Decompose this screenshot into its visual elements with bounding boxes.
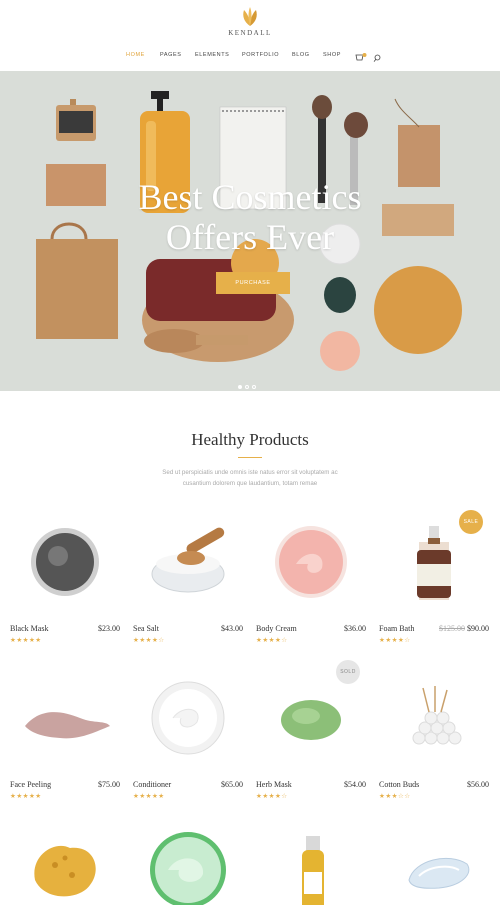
- nav-item-pages[interactable]: PAGES: [160, 52, 182, 58]
- product-image[interactable]: [133, 820, 243, 905]
- hero-title: Best Cosmetics Offers Ever: [0, 177, 500, 257]
- title-divider: [238, 457, 262, 458]
- product-card[interactable]: Black Mask $23.00 ★★★★★: [10, 512, 120, 644]
- product-current-price: $90.00: [467, 624, 489, 633]
- rating-stars: ★★★★☆: [256, 637, 288, 644]
- sold-badge: SOLD: [336, 660, 360, 684]
- nav-item-elements[interactable]: ELEMENTS: [195, 52, 229, 58]
- search-icon[interactable]: [373, 50, 381, 68]
- logo[interactable]: KENDALL: [225, 6, 275, 37]
- product-price: $54.00: [344, 780, 366, 789]
- site-header: KENDALL HOME PAGES ELEMENTS PORTFOLIO BL…: [0, 0, 500, 70]
- nav-item-portfolio[interactable]: PORTFOLIO: [242, 52, 279, 58]
- section-title: Healthy Products: [191, 430, 309, 449]
- product-card[interactable]: Conditioner $65.00 ★★★★★: [133, 668, 243, 800]
- product-current-price: $75.00: [98, 780, 120, 789]
- nav-item-blog[interactable]: BLOG: [292, 52, 310, 58]
- product-current-price: $56.00: [467, 780, 489, 789]
- rating-stars: ★★★★☆: [256, 793, 288, 800]
- rating-stars: ★★★★★: [10, 793, 42, 800]
- product-image[interactable]: [10, 820, 120, 905]
- nav-item-home[interactable]: HOME: [126, 52, 145, 58]
- product-name[interactable]: Herb Mask: [256, 780, 292, 789]
- slider-dot[interactable]: [245, 385, 249, 389]
- product-price: $43.00: [221, 624, 243, 633]
- slider-dots: [238, 376, 259, 391]
- sale-badge: SALE: [459, 510, 483, 534]
- rating-stars: ★★★★★: [133, 793, 165, 800]
- product-card[interactable]: SALE Foam Bath $125.00 $90.00 ★★★★☆: [379, 510, 489, 644]
- hero-title-line1: Best Cosmetics: [138, 177, 362, 217]
- product-current-price: $23.00: [98, 624, 120, 633]
- product-card[interactable]: Sea Salt $43.00 ★★★★☆: [133, 512, 243, 644]
- product-current-price: $65.00: [221, 780, 243, 789]
- rating-stars: ★★★★★: [10, 637, 42, 644]
- product-card[interactable]: [379, 820, 489, 905]
- cart-icon[interactable]: [355, 50, 367, 68]
- product-card[interactable]: [10, 820, 120, 905]
- product-name[interactable]: Foam Bath: [379, 624, 414, 633]
- product-image[interactable]: [133, 668, 243, 768]
- product-name[interactable]: Conditioner: [133, 780, 171, 789]
- brand-name: KENDALL: [228, 29, 272, 37]
- product-name[interactable]: Cotton Buds: [379, 780, 419, 789]
- product-price: $36.00: [344, 624, 366, 633]
- product-card[interactable]: Cotton Buds $56.00 ★★★☆☆: [379, 668, 489, 800]
- section-description-line: cusantium dolorem que laudantium, totam …: [182, 480, 318, 487]
- product-card[interactable]: [133, 820, 243, 905]
- product-name[interactable]: Body Cream: [256, 624, 297, 633]
- product-current-price: $36.00: [344, 624, 366, 633]
- section-description-line: Sed ut perspiciatis unde omnis iste natu…: [162, 469, 338, 476]
- hero-slider: Best Cosmetics Offers Ever PURCHASE: [0, 71, 500, 391]
- product-price: $23.00: [98, 624, 120, 633]
- product-card[interactable]: Face Peeling $75.00 ★★★★★: [10, 668, 120, 800]
- product-image[interactable]: [256, 512, 366, 612]
- purchase-button[interactable]: PURCHASE: [216, 272, 290, 294]
- slider-dot[interactable]: [252, 385, 256, 389]
- product-price: $56.00: [467, 780, 489, 789]
- product-card[interactable]: SOLD Herb Mask $54.00 ★★★★☆: [256, 660, 366, 800]
- product-name[interactable]: Black Mask: [10, 624, 48, 633]
- product-image[interactable]: [10, 512, 120, 612]
- product-price: $75.00: [98, 780, 120, 789]
- product-image[interactable]: [379, 820, 489, 905]
- product-card[interactable]: Body Cream $36.00 ★★★★☆: [256, 512, 366, 644]
- product-image[interactable]: [256, 820, 366, 905]
- product-card[interactable]: [256, 820, 366, 905]
- rating-stars: ★★★★☆: [133, 637, 165, 644]
- product-price: $65.00: [221, 780, 243, 789]
- product-name[interactable]: Face Peeling: [10, 780, 51, 789]
- product-current-price: $43.00: [221, 624, 243, 633]
- leaf-logo-icon: [243, 7, 257, 26]
- hero-title-line2: Offers Ever: [165, 217, 335, 257]
- rating-stars: ★★★☆☆: [379, 793, 411, 800]
- rating-stars: ★★★★☆: [379, 637, 411, 644]
- product-price: $125.00 $90.00: [439, 624, 489, 633]
- product-name[interactable]: Sea Salt: [133, 624, 159, 633]
- section-description: Sed ut perspiciatis unde omnis iste natu…: [140, 467, 360, 489]
- slider-dot[interactable]: [238, 385, 242, 389]
- product-image[interactable]: [133, 512, 243, 612]
- product-current-price: $54.00: [344, 780, 366, 789]
- product-image[interactable]: [379, 668, 489, 768]
- nav-item-shop[interactable]: SHOP: [323, 52, 341, 58]
- main-nav: HOME PAGES ELEMENTS PORTFOLIO BLOG SHOP: [0, 52, 500, 64]
- product-old-price: $125.00: [439, 624, 465, 633]
- product-image[interactable]: [10, 668, 120, 768]
